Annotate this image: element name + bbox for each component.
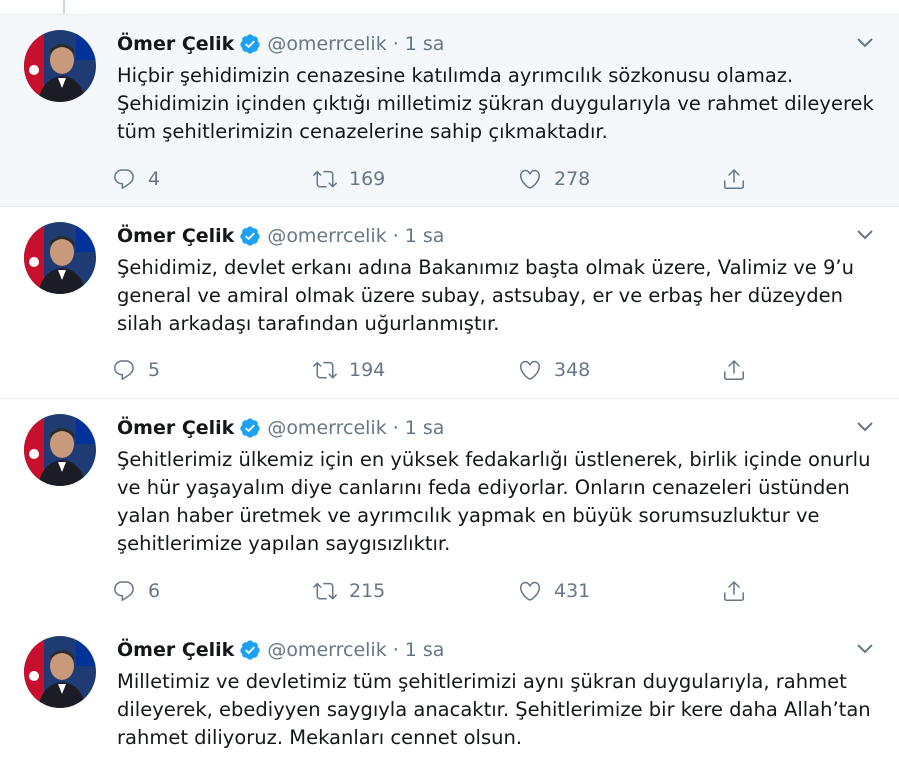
tweet-actions: 6 215 431 bbox=[112, 576, 772, 606]
author-handle[interactable]: @omerrcelik bbox=[267, 639, 386, 661]
tweet-text-line: silah arkadaşı tarafından uğurlanmıştır. bbox=[117, 312, 500, 335]
retweet-button[interactable]: 194 bbox=[313, 355, 385, 385]
heart-icon bbox=[519, 169, 541, 189]
share-icon bbox=[724, 581, 744, 601]
retweet-count: 194 bbox=[349, 359, 386, 381]
author-handle[interactable]: @omerrcelik bbox=[267, 225, 386, 247]
tweet-header: Ömer Çelik @omerrcelik · 1 sa bbox=[117, 223, 444, 249]
tweet-header: Ömer Çelik @omerrcelik · 1 sa bbox=[117, 415, 444, 441]
chevron-down-icon[interactable] bbox=[855, 419, 875, 435]
avatar[interactable] bbox=[24, 30, 96, 102]
verified-badge-icon bbox=[239, 225, 261, 247]
reply-icon bbox=[114, 360, 134, 380]
author-handle[interactable]: @omerrcelik bbox=[267, 417, 386, 439]
tweet[interactable]: Ömer Çelik @omerrcelik · 1 sa Hiçbir şeh… bbox=[0, 14, 899, 207]
tweet[interactable]: Ömer Çelik @omerrcelik · 1 sa Şehidimiz,… bbox=[0, 207, 899, 399]
share-button[interactable] bbox=[722, 576, 746, 606]
reply-count: 6 bbox=[148, 580, 161, 602]
tweet-text-line: yalan haber üretmek ve ayrımcılık yapmak… bbox=[117, 504, 820, 527]
retweet-icon bbox=[313, 361, 337, 379]
reply-icon bbox=[114, 169, 134, 189]
reply-count: 5 bbox=[148, 359, 161, 381]
retweet-button[interactable]: 169 bbox=[313, 164, 385, 194]
tweet-text-line: rahmet diliyoruz. Mekanları cennet olsun… bbox=[117, 726, 523, 749]
reply-button[interactable]: 4 bbox=[112, 164, 160, 194]
retweet-count: 215 bbox=[349, 580, 386, 602]
reply-button[interactable]: 5 bbox=[112, 355, 160, 385]
tweet-text: Şehidimiz, devlet erkanı adına Bakanımız… bbox=[117, 254, 887, 338]
tweet-text: Hiçbir şehidimizin cenazesine katılımda … bbox=[117, 62, 887, 146]
tweet-text-line: Hiçbir şehidimizin cenazesine katılımda … bbox=[117, 64, 794, 87]
separator-dot: · bbox=[392, 639, 399, 661]
tweet-text-line: general ve amiral olmak üzere subay, ast… bbox=[117, 284, 843, 307]
heart-icon bbox=[519, 581, 541, 601]
verified-badge-icon bbox=[239, 639, 261, 661]
timestamp[interactable]: 1 sa bbox=[405, 639, 445, 661]
tweet-text-line: Milletimiz ve devletimiz tüm şehitlerimi… bbox=[117, 670, 847, 693]
tweet-text-line: Şehitlerimiz ülkemiz için en yüksek feda… bbox=[117, 448, 871, 471]
avatar[interactable] bbox=[24, 222, 96, 294]
separator-dot: · bbox=[392, 33, 399, 55]
verified-badge-icon bbox=[239, 33, 261, 55]
tweet-actions: 4 169 278 bbox=[112, 164, 772, 194]
reply-icon bbox=[114, 581, 134, 601]
author-name[interactable]: Ömer Çelik bbox=[117, 33, 234, 55]
tweet[interactable]: Ömer Çelik @omerrcelik · 1 sa Milletimiz… bbox=[0, 621, 899, 762]
heart-icon bbox=[519, 360, 541, 380]
like-count: 278 bbox=[554, 168, 591, 190]
like-button[interactable]: 278 bbox=[518, 164, 590, 194]
tweet-text-line: dileyerek, ebediyyen saygıyla anacaktır.… bbox=[117, 698, 871, 721]
chevron-down-icon[interactable] bbox=[855, 35, 875, 51]
share-button[interactable] bbox=[722, 164, 746, 194]
share-icon bbox=[724, 169, 744, 189]
avatar[interactable] bbox=[24, 414, 96, 486]
like-count: 431 bbox=[554, 580, 591, 602]
avatar[interactable] bbox=[24, 636, 96, 708]
tweet-text-line: ve hür yaşayalım diye canlarını feda edi… bbox=[117, 476, 850, 499]
like-button[interactable]: 348 bbox=[518, 355, 590, 385]
timestamp[interactable]: 1 sa bbox=[405, 417, 445, 439]
tweet-header: Ömer Çelik @omerrcelik · 1 sa bbox=[117, 637, 444, 663]
separator-dot: · bbox=[392, 417, 399, 439]
tweet-text: Şehitlerimiz ülkemiz için en yüksek feda… bbox=[117, 446, 887, 558]
tweet-text-line: şehitlerimize yapılan saygısızlıktır. bbox=[117, 532, 451, 555]
timestamp[interactable]: 1 sa bbox=[405, 33, 445, 55]
share-button[interactable] bbox=[722, 355, 746, 385]
tweet-text-line: tüm şehitlerimizin cenazelerine sahip çı… bbox=[117, 120, 608, 143]
verified-badge-icon bbox=[239, 417, 261, 439]
share-icon bbox=[724, 360, 744, 380]
reply-count: 4 bbox=[148, 168, 161, 190]
tweet-actions: 5 194 348 bbox=[112, 355, 772, 385]
chevron-down-icon[interactable] bbox=[855, 227, 875, 243]
tweet-text-line: Şehidimiz, devlet erkanı adına Bakanımız… bbox=[117, 256, 854, 279]
retweet-icon bbox=[313, 170, 337, 188]
tweet-header: Ömer Çelik @omerrcelik · 1 sa bbox=[117, 31, 444, 57]
author-name[interactable]: Ömer Çelik bbox=[117, 639, 234, 661]
author-handle[interactable]: @omerrcelik bbox=[267, 33, 386, 55]
author-name[interactable]: Ömer Çelik bbox=[117, 225, 234, 247]
retweet-button[interactable]: 215 bbox=[313, 576, 385, 606]
reply-button[interactable]: 6 bbox=[112, 576, 160, 606]
retweet-icon bbox=[313, 582, 337, 600]
like-button[interactable]: 431 bbox=[518, 576, 590, 606]
separator-dot: · bbox=[392, 225, 399, 247]
tweet-text: Milletimiz ve devletimiz tüm şehitlerimi… bbox=[117, 668, 887, 752]
chevron-down-icon[interactable] bbox=[855, 641, 875, 657]
tweet-text-line: Şehidimizin içinden çıktığı milletimiz ş… bbox=[117, 92, 874, 115]
retweet-count: 169 bbox=[349, 168, 386, 190]
like-count: 348 bbox=[554, 359, 591, 381]
tweet[interactable]: Ömer Çelik @omerrcelik · 1 sa Şehitlerim… bbox=[0, 399, 899, 621]
timestamp[interactable]: 1 sa bbox=[405, 225, 445, 247]
author-name[interactable]: Ömer Çelik bbox=[117, 417, 234, 439]
